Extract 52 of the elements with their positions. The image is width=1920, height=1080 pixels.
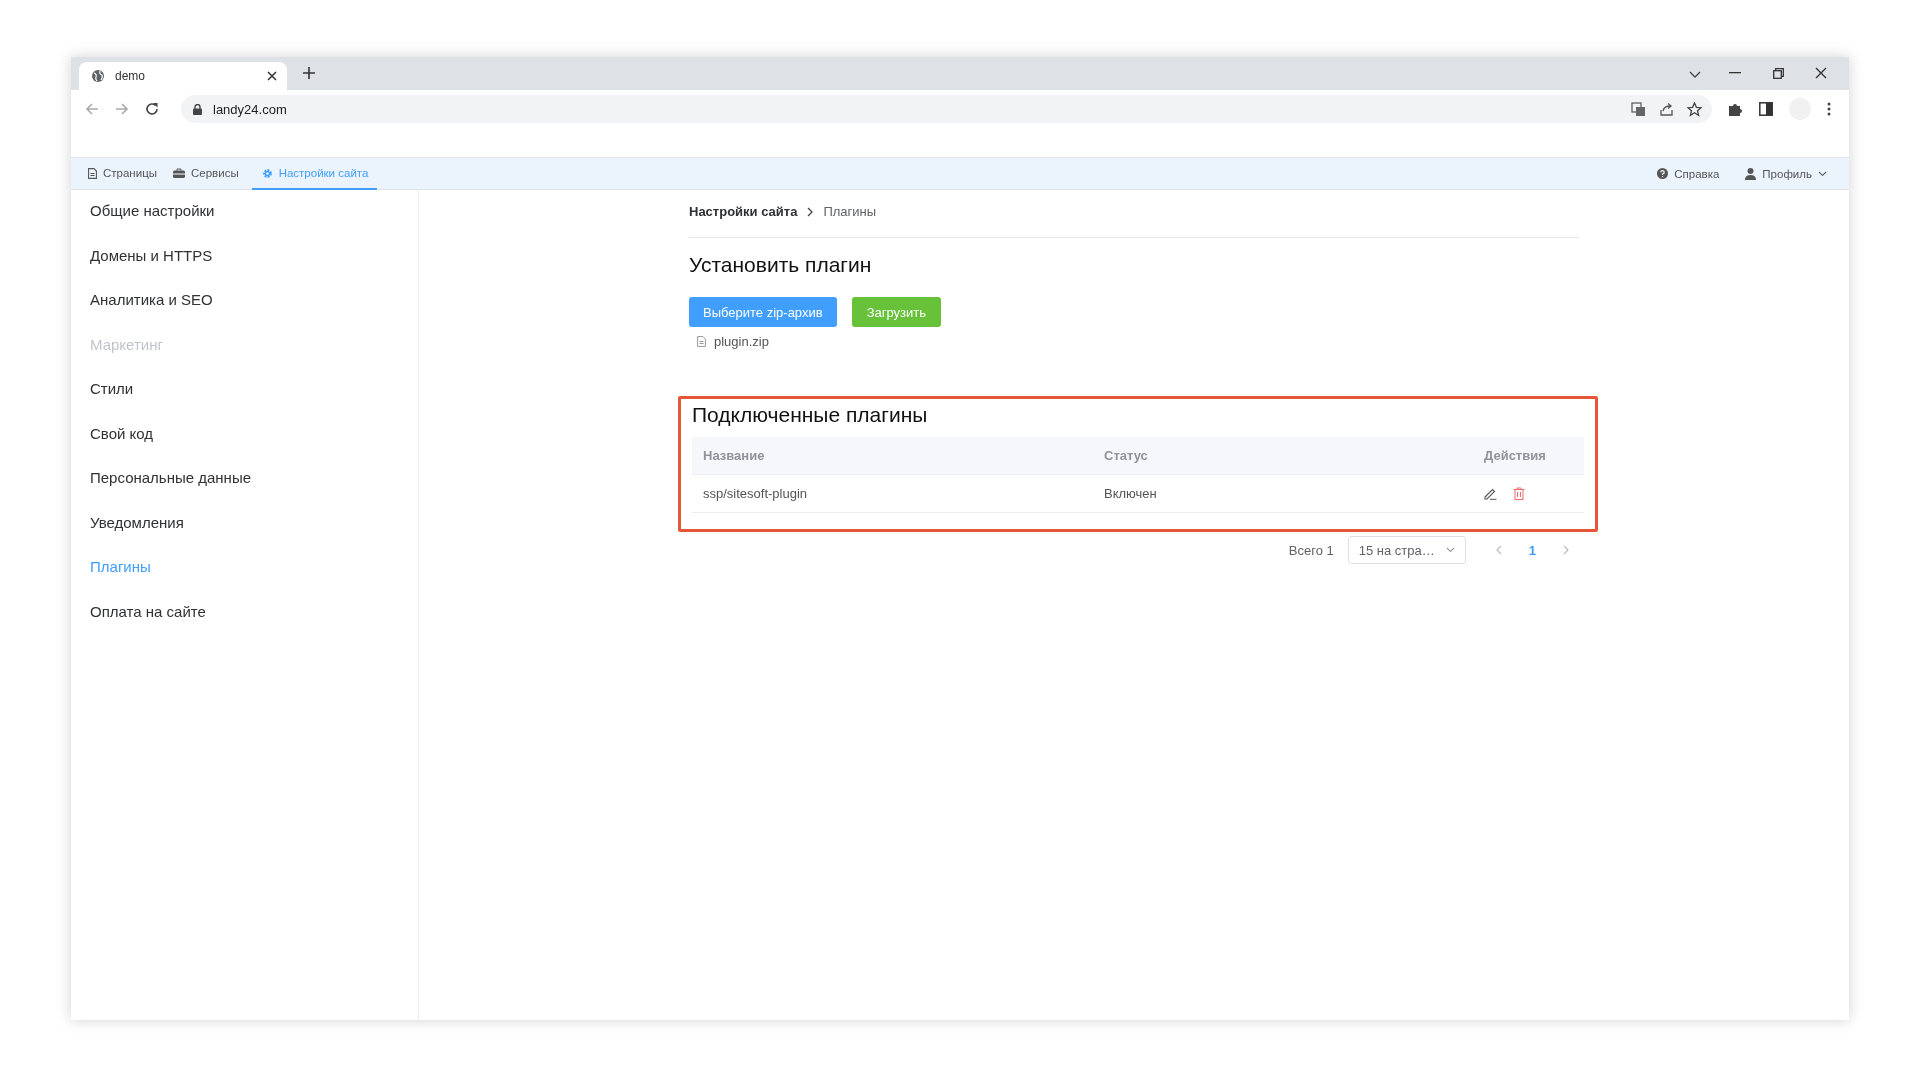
minimize-icon[interactable] [1729,72,1741,74]
translate-icon[interactable] [1631,101,1646,117]
sidebar-item[interactable]: Общие настройки [71,199,418,244]
question-icon [1657,168,1669,179]
star-icon[interactable] [1687,101,1702,117]
browser-tab[interactable]: demo [79,62,287,90]
total-count: Всего 1 [1288,542,1334,558]
chevron-down-icon[interactable] [1689,71,1701,79]
section-title: Установить плагин [689,253,873,277]
file-icon [697,336,706,347]
profile-menu[interactable]: Профиль [1745,158,1827,189]
address-bar[interactable]: landy24.com [181,95,1712,123]
chevron-right-icon [807,206,814,217]
table-cell-text: ssp/sitesoft-plugin [702,486,809,501]
gear-icon [261,167,273,179]
sidebar-item[interactable]: Персональные данные [71,466,418,511]
more-icon[interactable] [1827,102,1831,116]
sidebar-item[interactable]: Домены и HTTPS [71,243,418,288]
puzzle-icon[interactable] [1728,101,1743,117]
reload-icon[interactable] [145,102,159,116]
chevron-down-icon [1818,170,1827,177]
chevron-down-icon [1445,547,1455,553]
nav-tab[interactable]: Страницы [85,158,166,190]
column-header: Название [702,448,766,463]
breadcrumb-item: Плагины [823,204,877,219]
side-panel-icon[interactable] [1759,102,1773,116]
close-icon[interactable] [1815,67,1827,79]
nav-tab[interactable]: Сервисы [170,158,248,190]
sidebar-item[interactable]: Уведомления [71,510,418,555]
user-icon [1745,167,1757,180]
close-tab-icon[interactable] [267,71,277,81]
page-size-select[interactable]: 15 на стра… [1347,536,1466,564]
globe-icon [91,69,105,83]
sidebar-item[interactable]: Свой код [71,421,418,466]
share-icon[interactable] [1659,101,1674,117]
trash-icon[interactable] [1513,487,1525,500]
lock-icon [193,103,202,115]
help-link[interactable]: Справка [1657,158,1720,189]
sidebar-item[interactable]: Стили [71,377,418,422]
new-tab-icon[interactable] [303,67,315,79]
sidebar-item[interactable]: Оплата на сайте [71,599,418,644]
section-title: Подключенные плагины [692,403,929,427]
sidebar-item[interactable]: Аналитика и SEO [71,288,418,333]
table-cell-text: Включен [1103,486,1158,501]
document-icon [88,167,97,179]
restore-icon[interactable] [1773,68,1784,79]
briefcase-icon [173,168,185,178]
breadcrumb-item[interactable]: Настройки сайта [689,204,798,219]
file-name: plugin.zip [714,334,769,349]
column-header: Статус [1103,448,1149,463]
column-header: Действия [1483,448,1547,463]
edit-icon[interactable] [1484,487,1497,500]
